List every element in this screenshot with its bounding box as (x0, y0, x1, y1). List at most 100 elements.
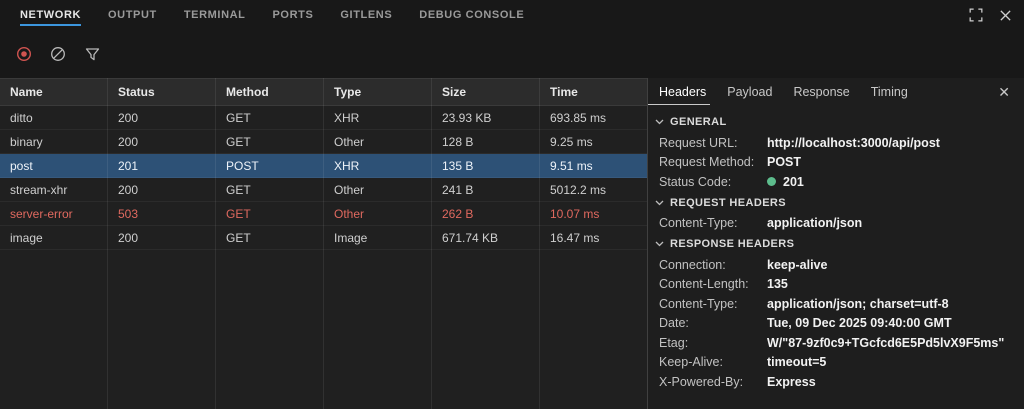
tab-gitlens[interactable]: GITLENS (340, 1, 392, 30)
cell-time: 9.51 ms (540, 154, 648, 177)
detail-body: GENERAL Request URL: http://localhost:30… (659, 106, 1024, 392)
column-header-type[interactable]: Type (324, 79, 432, 105)
cell-type: Other (324, 202, 432, 225)
section-request-headers[interactable]: REQUEST HEADERS (655, 192, 1024, 214)
tab-terminal[interactable]: TERMINAL (184, 1, 246, 30)
cell-type: Other (324, 178, 432, 201)
section-title: REQUEST HEADERS (670, 197, 786, 209)
request-details-panel: Headers Payload Response Timing ✕ GENERA… (648, 78, 1024, 409)
cell-size: 262 B (432, 202, 540, 225)
kv-etag: Etag: W/"87-9zf0c9+TGcfcd6E5Pd5lvX9F5ms" (659, 333, 1024, 353)
close-icon[interactable] (999, 9, 1012, 22)
section-general[interactable]: GENERAL (655, 111, 1024, 133)
expand-icon[interactable] (969, 8, 983, 22)
cell-size: 135 B (432, 154, 540, 177)
network-panel-window: NETWORK OUTPUT TERMINAL PORTS GITLENS DE… (0, 0, 1024, 409)
column-header-time[interactable]: Time (540, 79, 648, 105)
cell-time: 693.85 ms (540, 106, 648, 129)
cell-method: GET (216, 106, 324, 129)
kv-key: Content-Type: (659, 297, 767, 311)
cell-time: 9.25 ms (540, 130, 648, 153)
kv-connection: Connection: keep-alive (659, 255, 1024, 275)
status-green-dot (767, 177, 776, 186)
kv-value: W/"87-9zf0c9+TGcfcd6E5Pd5lvX9F5ms" (767, 336, 1004, 350)
kv-status-code: Status Code: 201 (659, 172, 1024, 192)
cell-name: post (0, 154, 108, 177)
cell-size: 241 B (432, 178, 540, 201)
cell-method: GET (216, 202, 324, 225)
column-header-method[interactable]: Method (216, 79, 324, 105)
cell-status: 200 (108, 106, 216, 129)
kv-value: POST (767, 155, 801, 169)
row-post-selected[interactable]: post 201 POST XHR 135 B 9.51 ms (0, 154, 647, 178)
kv-content-length: Content-Length: 135 (659, 275, 1024, 295)
kv-value: Tue, 09 Dec 2025 09:40:00 GMT (767, 316, 952, 330)
cell-type: Image (324, 226, 432, 249)
requests-table: Name Status Method Type Size Time ditto … (0, 78, 648, 409)
cell-status: 201 (108, 154, 216, 177)
kv-value: 135 (767, 277, 788, 291)
detail-tab-response[interactable]: Response (793, 78, 849, 106)
kv-value: timeout=5 (767, 355, 826, 369)
kv-date: Date: Tue, 09 Dec 2025 09:40:00 GMT (659, 314, 1024, 334)
kv-value: keep-alive (767, 258, 827, 272)
kv-key: Request Method: (659, 155, 767, 169)
tab-debug-console[interactable]: DEBUG CONSOLE (419, 1, 524, 30)
column-header-status[interactable]: Status (108, 79, 216, 105)
kv-req-content-type: Content-Type: application/json (659, 214, 1024, 234)
row-binary[interactable]: binary 200 GET Other 128 B 9.25 ms (0, 130, 647, 154)
row-stream-xhr[interactable]: stream-xhr 200 GET Other 241 B 5012.2 ms (0, 178, 647, 202)
kv-value: 201 (767, 175, 804, 189)
cell-status: 200 (108, 226, 216, 249)
row-ditto[interactable]: ditto 200 GET XHR 23.93 KB 693.85 ms (0, 106, 647, 130)
column-header-size[interactable]: Size (432, 79, 540, 105)
cell-size: 23.93 KB (432, 106, 540, 129)
main-split: Name Status Method Type Size Time ditto … (0, 78, 1024, 409)
cell-size: 128 B (432, 130, 540, 153)
panel-tab-bar: NETWORK OUTPUT TERMINAL PORTS GITLENS DE… (0, 0, 1024, 30)
cell-time: 16.47 ms (540, 226, 648, 249)
detail-tab-headers[interactable]: Headers (659, 78, 706, 106)
status-code-value: 201 (783, 175, 804, 189)
cell-time: 5012.2 ms (540, 178, 648, 201)
kv-value: application/json; charset=utf-8 (767, 297, 949, 311)
kv-key: X-Powered-By: (659, 375, 767, 389)
kv-key: Status Code: (659, 175, 767, 189)
kv-value: application/json (767, 216, 862, 230)
cell-size: 671.74 KB (432, 226, 540, 249)
tab-output[interactable]: OUTPUT (108, 1, 157, 30)
cell-type: XHR (324, 154, 432, 177)
cell-type: XHR (324, 106, 432, 129)
row-server-error[interactable]: server-error 503 GET Other 262 B 10.07 m… (0, 202, 647, 226)
kv-keep-alive: Keep-Alive: timeout=5 (659, 353, 1024, 373)
detail-tab-payload[interactable]: Payload (727, 78, 772, 106)
cell-method: POST (216, 154, 324, 177)
cell-method: GET (216, 226, 324, 249)
cell-method: GET (216, 130, 324, 153)
cell-name: stream-xhr (0, 178, 108, 201)
section-response-headers[interactable]: RESPONSE HEADERS (655, 233, 1024, 255)
row-image[interactable]: image 200 GET Image 671.74 KB 16.47 ms (0, 226, 647, 250)
detail-tab-bar: Headers Payload Response Timing (659, 78, 1024, 106)
kv-key: Request URL: (659, 136, 767, 150)
kv-value: http://localhost:3000/api/post (767, 136, 940, 150)
panel-window-controls (969, 0, 1012, 30)
kv-key: Connection: (659, 258, 767, 272)
kv-request-url: Request URL: http://localhost:3000/api/p… (659, 133, 1024, 153)
detail-close-icon[interactable]: ✕ (998, 84, 1010, 101)
kv-key: Keep-Alive: (659, 355, 767, 369)
tab-ports[interactable]: PORTS (273, 1, 314, 30)
block-icon[interactable] (41, 46, 75, 62)
kv-request-method: Request Method: POST (659, 153, 1024, 173)
cell-name: image (0, 226, 108, 249)
record-icon[interactable] (7, 46, 41, 62)
tab-network[interactable]: NETWORK (20, 1, 81, 30)
cell-status: 503 (108, 202, 216, 225)
detail-tab-timing[interactable]: Timing (871, 78, 908, 106)
column-header-name[interactable]: Name (0, 79, 108, 105)
kv-key: Content-Type: (659, 216, 767, 230)
section-title: GENERAL (670, 116, 727, 128)
cell-status: 200 (108, 130, 216, 153)
chevron-down-icon (655, 241, 664, 247)
filter-icon[interactable] (75, 47, 109, 62)
